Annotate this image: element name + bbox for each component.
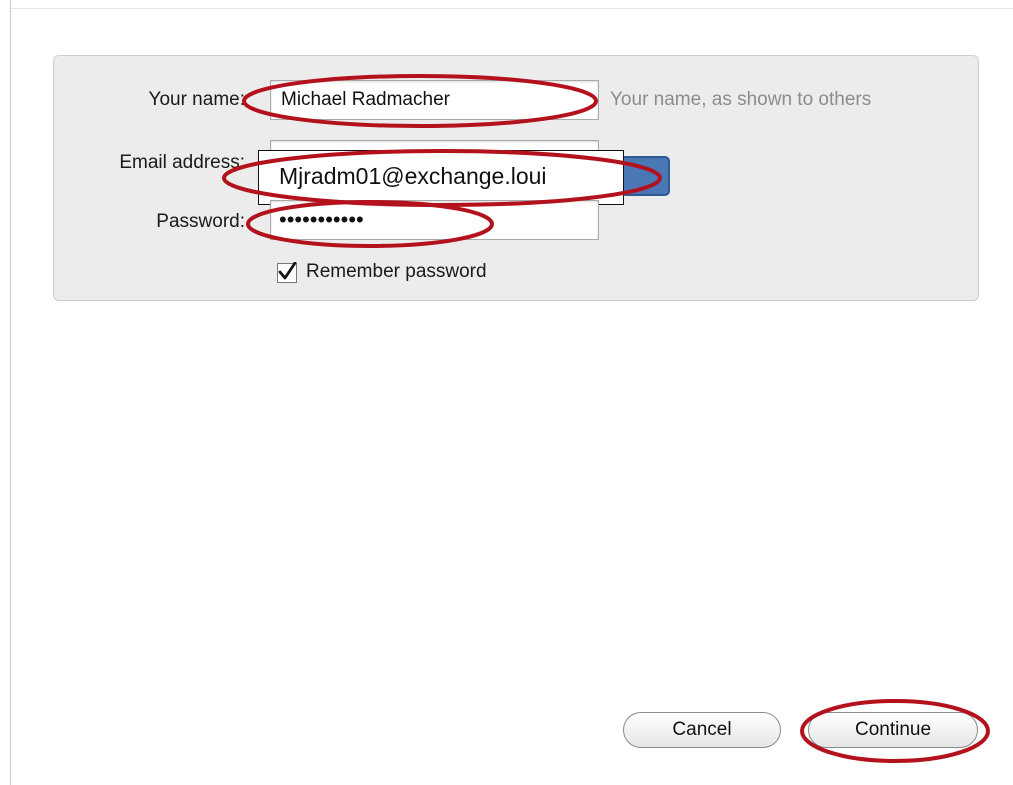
continue-button[interactable]: Continue bbox=[808, 712, 978, 748]
name-label: Your name: bbox=[148, 89, 245, 110]
window-left-edge bbox=[10, 0, 11, 785]
cancel-button[interactable]: Cancel bbox=[623, 712, 781, 748]
name-hint: Your name, as shown to others bbox=[610, 89, 872, 110]
password-field[interactable]: ••••••••••• bbox=[270, 200, 599, 240]
remember-password-checkbox[interactable] bbox=[277, 262, 297, 283]
remember-password-label: Remember password bbox=[306, 261, 487, 282]
password-mask: ••••••••••• bbox=[279, 207, 364, 232]
password-label: Password: bbox=[156, 211, 245, 232]
email-field[interactable]: Mjradm01@exchange.loui bbox=[258, 150, 624, 205]
name-field[interactable]: Michael Radmacher bbox=[270, 80, 599, 120]
email-label: Email address: bbox=[119, 152, 245, 173]
email-autocomplete-button[interactable] bbox=[620, 156, 670, 196]
window-top-edge bbox=[10, 8, 1013, 9]
check-icon bbox=[278, 262, 297, 280]
